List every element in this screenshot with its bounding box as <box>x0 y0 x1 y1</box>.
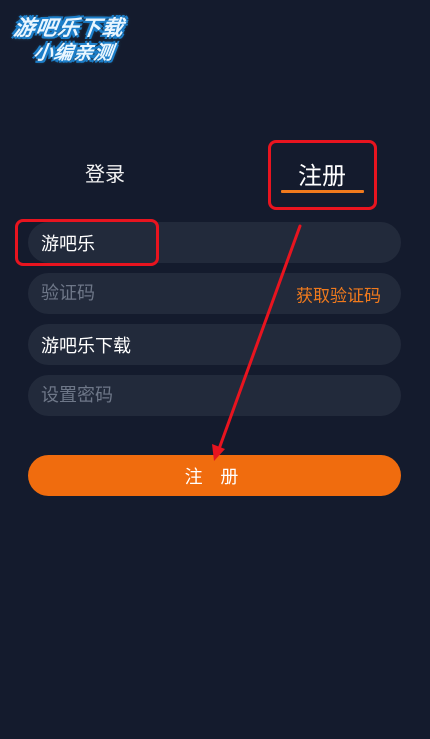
logo-line-2: 小编亲测 <box>32 42 116 64</box>
logo: 游吧乐下载 小编亲测 <box>8 8 148 66</box>
highlight-box-register-tab <box>268 140 377 210</box>
highlight-box-username <box>15 219 159 266</box>
password-field[interactable] <box>28 375 401 416</box>
nickname-field[interactable] <box>28 324 401 365</box>
tab-login[interactable]: 登录 <box>85 158 125 187</box>
nickname-input[interactable] <box>41 334 281 355</box>
annotation-arrow <box>212 224 302 461</box>
register-button[interactable]: 注 册 <box>28 455 401 496</box>
password-input[interactable] <box>41 385 281 406</box>
verification-code-input[interactable] <box>41 283 281 304</box>
verification-code-field[interactable]: 获取验证码 <box>28 273 401 314</box>
get-code-button[interactable]: 获取验证码 <box>296 281 381 306</box>
